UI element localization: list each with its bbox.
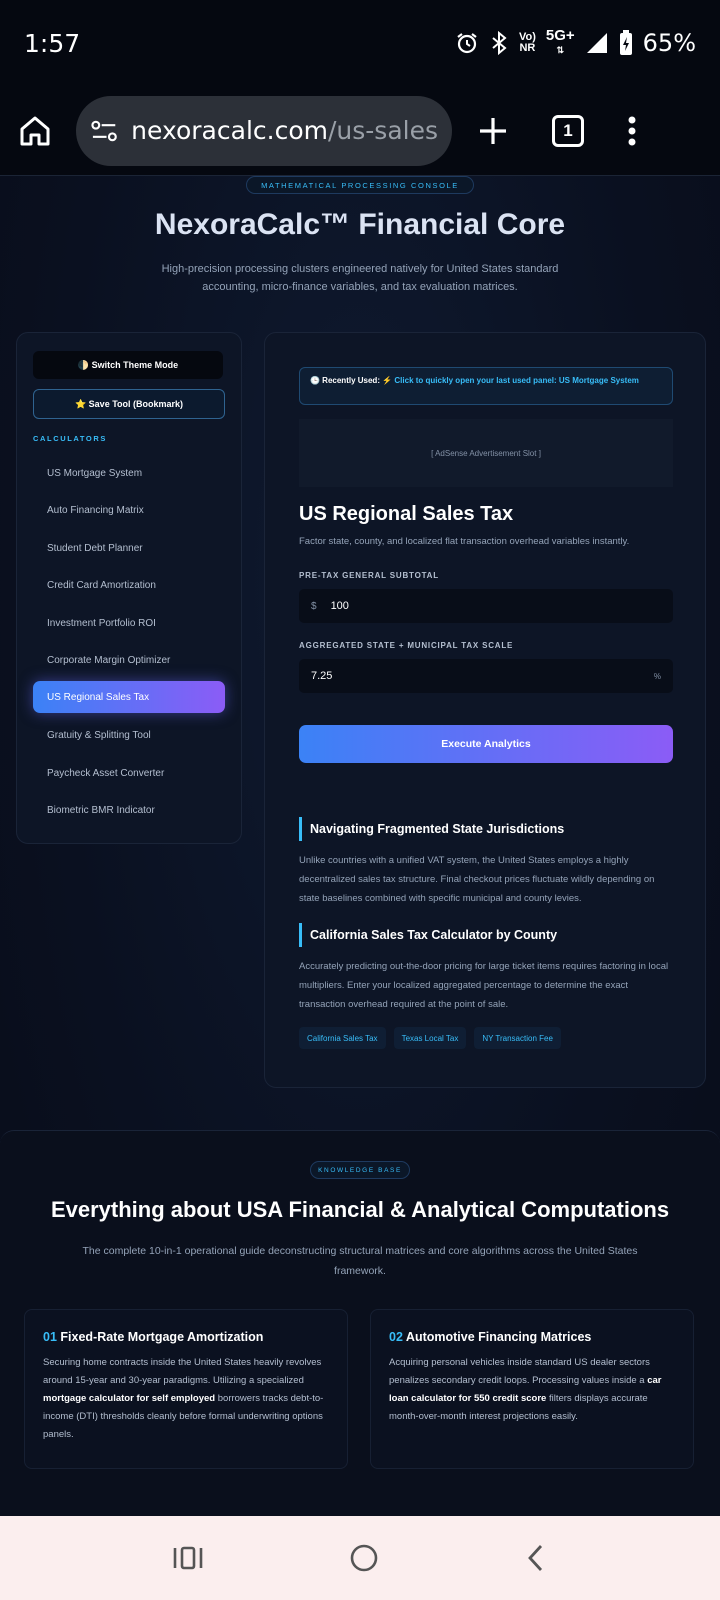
recently-used-banner[interactable]: 🕒 Recently Used: ⚡ Click to quickly open… bbox=[299, 367, 673, 405]
guide-card-number: 02 bbox=[389, 1330, 403, 1344]
browser-actions: 1 bbox=[478, 114, 636, 147]
knowledge-base-section: KNOWLEDGE BASE Everything about USA Fina… bbox=[0, 1130, 720, 1516]
section-heading-california: California Sales Tax Calculator by Count… bbox=[299, 923, 557, 947]
sidebar-item-corporate-margin[interactable]: Corporate Margin Optimizer bbox=[33, 644, 225, 676]
tax-rate-value: 7.25 bbox=[311, 670, 333, 682]
tag-ny[interactable]: NY Transaction Fee bbox=[474, 1027, 561, 1049]
url-path: /us-sales bbox=[327, 116, 438, 145]
sidebar-item-gratuity[interactable]: Gratuity & Splitting Tool bbox=[33, 719, 225, 751]
section-heading-jurisdictions: Navigating Fragmented State Jurisdiction… bbox=[299, 817, 564, 841]
guide-card-heading: Automotive Financing Matrices bbox=[405, 1330, 592, 1344]
tag-list: California Sales Tax Texas Local Tax NY … bbox=[299, 1027, 561, 1049]
more-menu-icon[interactable] bbox=[628, 116, 636, 146]
browser-toolbar: nexoracalc.com/us-sales 1 bbox=[0, 86, 720, 176]
guide-card-text: Securing home contracts inside the Unite… bbox=[43, 1354, 329, 1444]
sidebar-item-sales-tax[interactable]: US Regional Sales Tax bbox=[33, 681, 225, 713]
guide-card-text-a: Securing home contracts inside the Unite… bbox=[43, 1357, 322, 1386]
subtotal-value: 100 bbox=[330, 600, 349, 612]
recent-apps-icon[interactable] bbox=[172, 1544, 204, 1572]
subtotal-label: PRE-TAX GENERAL SUBTOTAL bbox=[299, 571, 439, 580]
guide-card-heading: Fixed-Rate Mortgage Amortization bbox=[60, 1330, 264, 1344]
bluetooth-icon bbox=[492, 31, 507, 55]
address-bar[interactable]: nexoracalc.com/us-sales bbox=[76, 95, 452, 166]
guide-card-mortgage: 01 Fixed-Rate Mortgage Amortization Secu… bbox=[24, 1309, 348, 1469]
sidebar-item-us-mortgage[interactable]: US Mortgage System bbox=[33, 457, 225, 489]
sidebar-item-paycheck[interactable]: Paycheck Asset Converter bbox=[33, 757, 225, 789]
tool-subtitle: Factor state, county, and localized flat… bbox=[299, 536, 630, 547]
sidebar-item-credit-card[interactable]: Credit Card Amortization bbox=[33, 569, 225, 601]
signal-icon bbox=[586, 33, 607, 53]
calculator-sidebar: 🌓 Switch Theme Mode ⭐ Save Tool (Bookmar… bbox=[16, 332, 242, 844]
guide-card-text-a: Acquiring personal vehicles inside stand… bbox=[389, 1357, 650, 1386]
volte-bottom: NR bbox=[519, 42, 536, 54]
page-content: MATHEMATICAL PROCESSING CONSOLE NexoraCa… bbox=[0, 176, 720, 1516]
ad-slot: [ AdSense Advertisement Slot ] bbox=[299, 419, 673, 487]
page-title: NexoraCalc™ Financial Core bbox=[154, 208, 566, 241]
recent-link[interactable]: ⚡ Click to quickly open your last used p… bbox=[382, 376, 639, 385]
console-badge: MATHEMATICAL PROCESSING CONSOLE bbox=[246, 176, 474, 194]
network-label: 5G+ bbox=[545, 27, 575, 44]
guide-card-auto: 02 Automotive Financing Matrices Acquiri… bbox=[370, 1309, 694, 1469]
guide-card-title: 01 Fixed-Rate Mortgage Amortization bbox=[43, 1330, 329, 1344]
guide-card-text: Acquiring personal vehicles inside stand… bbox=[389, 1354, 675, 1426]
sidebar-item-student-debt[interactable]: Student Debt Planner bbox=[33, 532, 225, 564]
guide-card-keyword: mortgage calculator for self employed bbox=[43, 1393, 216, 1404]
data-arrows-icon: ⇅ bbox=[556, 45, 565, 55]
home-icon[interactable] bbox=[18, 114, 52, 148]
tool-title: US Regional Sales Tax bbox=[299, 503, 514, 525]
knowledge-subtitle: The complete 10-in-1 operational guide d… bbox=[82, 1245, 638, 1277]
recent-label: 🕒 Recently Used: bbox=[310, 376, 380, 385]
guide-card-number: 01 bbox=[43, 1330, 57, 1344]
sidebar-item-bmr[interactable]: Biometric BMR Indicator bbox=[33, 794, 225, 826]
back-icon[interactable] bbox=[524, 1543, 548, 1573]
page-subtitle: High-precision processing clusters engin… bbox=[161, 263, 559, 293]
home-button-icon[interactable] bbox=[348, 1542, 380, 1574]
tax-rate-input[interactable]: 7.25% bbox=[299, 659, 673, 693]
network-type: 5G+ ⇅ bbox=[545, 27, 575, 57]
percent-suffix: % bbox=[653, 671, 661, 681]
sidebar-item-auto-financing[interactable]: Auto Financing Matrix bbox=[33, 494, 225, 526]
tax-rate-label: AGGREGATED STATE + MUNICIPAL TAX SCALE bbox=[299, 641, 514, 650]
status-bar: 1:57 Vo) NR 5G+ ⇅ 65% bbox=[0, 0, 720, 86]
knowledge-badge: KNOWLEDGE BASE bbox=[310, 1161, 410, 1179]
save-tool-button[interactable]: ⭐ Save Tool (Bookmark) bbox=[33, 389, 225, 419]
sidebar-item-investment-roi[interactable]: Investment Portfolio ROI bbox=[33, 607, 225, 639]
calculator-panel: 🕒 Recently Used: ⚡ Click to quickly open… bbox=[264, 332, 706, 1088]
section-text-california: Accurately predicting out-the-door prici… bbox=[299, 961, 669, 1010]
switch-theme-button[interactable]: 🌓 Switch Theme Mode bbox=[33, 351, 223, 379]
guide-card-title: 02 Automotive Financing Matrices bbox=[389, 1330, 675, 1344]
execute-analytics-button[interactable]: Execute Analytics bbox=[299, 725, 673, 763]
site-settings-icon[interactable] bbox=[90, 118, 119, 144]
alarm-icon bbox=[457, 33, 477, 54]
battery-percent: 65% bbox=[642, 29, 696, 57]
battery-charging-icon bbox=[619, 30, 632, 55]
tag-california[interactable]: California Sales Tax bbox=[299, 1027, 386, 1049]
section-text-jurisdictions: Unlike countries with a unified VAT syst… bbox=[299, 855, 655, 904]
url-host: nexoracalc.com bbox=[131, 116, 328, 145]
tag-texas[interactable]: Texas Local Tax bbox=[393, 1027, 467, 1049]
status-time: 1:57 bbox=[24, 28, 81, 58]
dollar-prefix: $ bbox=[311, 600, 317, 612]
status-icons: Vo) NR 5G+ ⇅ 65% bbox=[455, 27, 696, 57]
knowledge-title: Everything about USA Financial & Analyti… bbox=[50, 1197, 670, 1222]
subtotal-input[interactable]: $100 bbox=[299, 589, 673, 623]
system-nav-bar bbox=[0, 1516, 720, 1600]
calculators-heading: CALCULATORS bbox=[33, 434, 107, 443]
volte-indicator: Vo) NR bbox=[519, 32, 536, 54]
tab-switcher-button[interactable]: 1 bbox=[552, 114, 584, 147]
new-tab-icon[interactable] bbox=[478, 116, 508, 146]
